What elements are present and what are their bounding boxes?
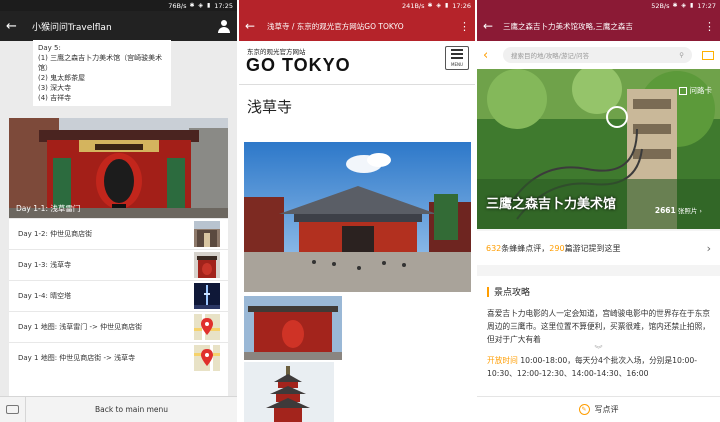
page-title: 三鹰之森吉卜力美术馆攻略,三鹰之森吉 <box>503 21 633 31</box>
hero-item-kaminarimon[interactable]: Day 1-1: 浅草雷门 <box>9 118 228 218</box>
note-count: 290 <box>549 243 565 253</box>
search-row: ‹ 搜索目的地/攻略/游记/问答 ⚲ <box>477 41 720 69</box>
hours-label: 开放时间 <box>487 356 518 365</box>
browser-screen: 241B/s ✱ ◈ ▮ 17:26 ← 浅草寺 / 东京的观光官方网站GO T… <box>239 0 475 422</box>
photo-count-number: 2661 <box>654 206 676 215</box>
list-item[interactable]: Day 1 地图: 浅草雷门 -> 仲世见商店街 <box>9 311 228 342</box>
message-line: Day 5: <box>38 44 61 52</box>
message-line: (3) 深大寺 <box>38 84 72 92</box>
list-item-label: Day 1-2: 仲世见商店街 <box>18 230 93 238</box>
back-arrow-icon[interactable]: ← <box>245 19 263 33</box>
status-bar: 76B/s ✱ ◈ ▮ 17:25 <box>0 0 237 11</box>
pagoda-photo[interactable] <box>244 362 334 422</box>
itinerary-card: Day 1-1: 浅草雷门 Day 1-2: 仲世见商店街 Day 1-3: 浅… <box>9 118 228 398</box>
guide-section: 景点攻略 喜爱吉卜力电影的人一定会知道，宫崎骏电影中的世界存在于东京周边的三鹰市… <box>477 276 720 396</box>
search-icon[interactable]: ⚲ <box>679 51 684 59</box>
expand-chevron-icon[interactable]: ︾ <box>487 346 710 354</box>
list-item[interactable]: Day 1-4: 晴空塔 <box>9 280 228 311</box>
photo-count[interactable]: 2661 张照片 › <box>655 205 702 215</box>
section-title: 景点攻略 <box>494 288 531 298</box>
status-bar: 241B/s ✱ ◈ ▮ 17:26 <box>239 0 475 11</box>
section-header: 景点攻略 <box>487 285 710 298</box>
network-speed: 52B/s <box>651 1 670 10</box>
menu-label: MENU <box>451 62 463 67</box>
menu-button[interactable]: MENU <box>445 46 469 70</box>
back-arrow-icon[interactable]: ← <box>483 19 499 33</box>
list-item[interactable]: Day 1 地图: 仲世见商店街 -> 浅草寺 <box>9 342 228 373</box>
map-pin-icon <box>194 345 220 371</box>
direction-card-button[interactable]: 问路卡 <box>678 85 713 96</box>
list-item-label: Day 1 地图: 仲世见商店街 -> 浅草寺 <box>18 354 136 362</box>
list-item-label: Day 1 地图: 浅草雷门 -> 仲世见商店街 <box>18 323 143 331</box>
thumbnail-shopping-street <box>194 221 220 247</box>
map-pin-icon <box>194 314 220 340</box>
hours-text: 10:00-18:00，每天分4个批次入场，分别是10:00-10:30、12:… <box>487 356 698 378</box>
message-line: (2) 鬼太郎茶屋 <box>38 74 86 82</box>
accent-bar <box>487 286 489 297</box>
app-bar: ← 浅草寺 / 东京的观光官方网站GO TOKYO ⋮ <box>239 11 475 41</box>
hamburger-icon <box>451 49 463 51</box>
museum-hero[interactable]: 问路卡 三鹰之森吉卜力美术馆 2661 张照片 › <box>477 69 720 229</box>
clock: 17:26 <box>452 1 471 10</box>
list-item[interactable]: Day 1-3: 浅草寺 <box>9 249 228 280</box>
status-icons: ✱ ◈ ▮ <box>189 2 212 9</box>
list-item[interactable]: Day 1-2: 仲世见商店街 <box>9 218 228 249</box>
thumbnail-sensoji <box>194 252 220 278</box>
chevron-right-icon: › <box>706 241 711 255</box>
page-title: 浅草寺 / 东京的观光官方网站GO TOKYO <box>267 21 404 31</box>
sensoji-gate-photo[interactable] <box>244 296 342 360</box>
more-options-icon[interactable]: ⋮ <box>704 20 715 33</box>
message-line: (4) 吉祥寺 <box>38 94 72 102</box>
search-placeholder: 搜索目的地/攻略/游记/问答 <box>511 52 590 60</box>
sensoji-main-photo[interactable] <box>244 142 471 292</box>
screens: 76B/s ✱ ◈ ▮ 17:25 ← 小猴问问Travelflan Day 5… <box>0 0 720 422</box>
chat-title: 小猴问问Travelflan <box>32 22 112 33</box>
photo-count-label: 张照片 <box>677 207 698 215</box>
profile-icon[interactable] <box>217 19 231 33</box>
clock: 17:25 <box>214 1 233 10</box>
review-text: 条蜂蜂点评， <box>501 243 550 253</box>
network-speed: 76B/s <box>168 1 187 10</box>
card-icon <box>678 86 687 95</box>
opening-hours: 开放时间 10:00-18:00，每天分4个批次入场，分别是10:00-10:3… <box>487 354 710 380</box>
pen-icon: ✎ <box>578 404 590 415</box>
list-item-label: Day 1-3: 浅草寺 <box>18 261 72 269</box>
message-bubble: Day 5: (1) 三鹰之森吉卜力美术馆（宫崎骏美术馆） (2) 鬼太郎茶屋 … <box>33 40 171 106</box>
write-review-label: 写点评 <box>594 405 619 414</box>
chevron-left-icon[interactable]: ‹ <box>483 48 503 63</box>
list-item-label: Day 1-4: 晴空塔 <box>18 292 72 300</box>
status-icons: ✱ ◈ ▮ <box>427 2 450 9</box>
reviews-row[interactable]: 632条蜂蜂点评，290篇游记提到这里 › <box>477 231 720 265</box>
hero-caption: Day 1-1: 浅草雷门 <box>16 204 81 213</box>
app-bar: ← 三鹰之森吉卜力美术馆攻略,三鹰之森吉 ⋮ <box>477 11 720 41</box>
clock: 17:27 <box>697 1 716 10</box>
travel-guide-screen: 52B/s ✱ ◈ ▮ 17:27 ← 三鹰之森吉卜力美术馆攻略,三鹰之森吉 ⋮… <box>477 0 720 422</box>
review-count: 632 <box>486 243 502 253</box>
search-input[interactable]: 搜索目的地/攻略/游记/问答 ⚲ <box>503 47 692 63</box>
note-text: 篇游记提到这里 <box>564 243 621 253</box>
message-line: (1) 三鹰之森吉卜力美术馆（宫崎骏美术馆） <box>38 54 163 72</box>
app-bar: ← 小猴问问Travelflan <box>0 11 237 41</box>
page-heading: 浅草寺 <box>247 98 293 116</box>
back-arrow-icon[interactable]: ← <box>6 19 26 34</box>
thumbnail-skytree <box>194 283 220 309</box>
site-header: 东京的观光官方网站 GO TOKYO MENU <box>239 41 475 85</box>
bottom-bar: Back to main menu <box>0 396 237 422</box>
status-icons: ✱ ◈ ▮ <box>672 2 695 9</box>
museum-title: 三鹰之森吉卜力美术馆 <box>486 197 617 212</box>
mail-icon[interactable] <box>692 50 714 60</box>
go-tokyo-logo[interactable]: GO TOKYO <box>246 55 351 76</box>
network-speed: 241B/s <box>402 1 425 10</box>
direction-card-label: 问路卡 <box>689 86 713 95</box>
write-review-button[interactable]: ✎ 写点评 <box>477 396 720 422</box>
status-bar: 52B/s ✱ ◈ ▮ 17:27 <box>477 0 720 11</box>
back-to-main-menu-button[interactable]: Back to main menu <box>26 405 237 414</box>
chat-screen: 76B/s ✱ ◈ ▮ 17:25 ← 小猴问问Travelflan Day 5… <box>0 0 237 422</box>
description-text: 喜爱吉卜力电影的人一定会知道，宫崎骏电影中的世界存在于东京周边的三鹰市。这里位置… <box>487 309 710 344</box>
keyboard-icon[interactable] <box>0 396 26 422</box>
more-options-icon[interactable]: ⋮ <box>459 20 470 33</box>
